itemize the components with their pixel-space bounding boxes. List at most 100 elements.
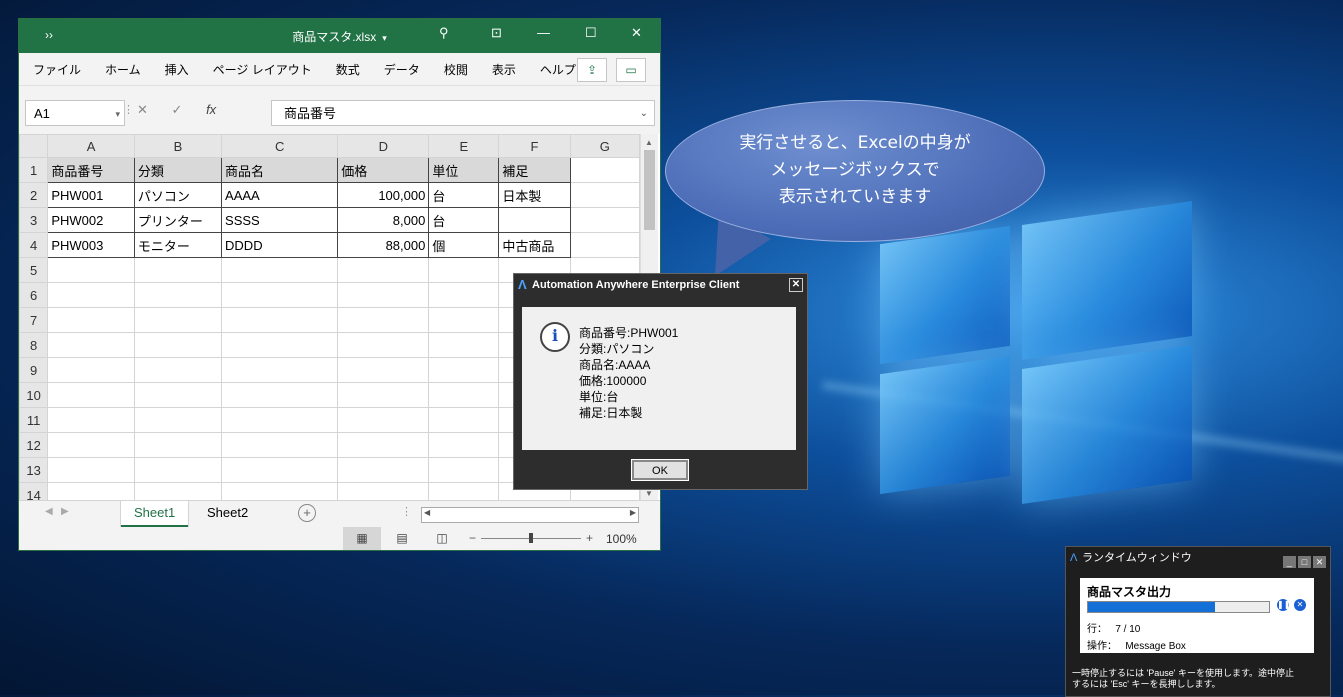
cell[interactable]: パソコン	[133, 182, 223, 208]
cancel-icon[interactable]: ✕	[137, 102, 148, 117]
fx-icon[interactable]: fx	[206, 102, 216, 117]
stop-icon[interactable]: ✕	[1294, 599, 1306, 611]
cell[interactable]: 中古商品	[498, 232, 571, 258]
row-header[interactable]: 2	[19, 182, 49, 208]
normal-view-icon[interactable]: ▦	[343, 527, 381, 550]
dialog-close-button[interactable]: ✕	[789, 278, 803, 292]
close-button[interactable]: ✕	[1313, 556, 1326, 568]
ok-button[interactable]: OK	[631, 459, 689, 481]
progress-bar	[1087, 601, 1270, 613]
row-header[interactable]: 5	[19, 257, 49, 283]
row-header[interactable]: 7	[19, 307, 49, 333]
column-header[interactable]: C	[221, 134, 339, 158]
cell[interactable]: 価格	[337, 157, 430, 183]
row-header[interactable]: 9	[19, 357, 49, 383]
zoom-thumb[interactable]	[529, 533, 533, 543]
formula-bar[interactable]: 商品番号 ⌄	[271, 100, 655, 126]
cell[interactable]: 商品番号	[47, 157, 135, 183]
cell[interactable]: PHW002	[47, 207, 135, 233]
cell[interactable]: 台	[428, 207, 500, 233]
page-break-view-icon[interactable]: ◫	[423, 527, 461, 550]
sheet-nav-icon[interactable]: ◀ ▶	[45, 506, 69, 517]
cell[interactable]	[569, 157, 640, 183]
cell[interactable]: 単位	[428, 157, 500, 183]
column-header[interactable]: G	[569, 134, 640, 158]
column-header[interactable]: A	[47, 134, 135, 158]
progress-fill	[1088, 602, 1215, 612]
column-headers: A B C D E F G	[19, 134, 640, 158]
row-header[interactable]: 14	[19, 482, 49, 500]
row-header[interactable]: 10	[19, 382, 49, 408]
cell[interactable]	[569, 182, 640, 208]
cell[interactable]	[498, 207, 571, 233]
close-button[interactable]: ✕	[631, 25, 642, 41]
row-header[interactable]: 11	[19, 407, 49, 433]
maximize-button[interactable]: ☐	[585, 25, 597, 41]
scroll-up-icon[interactable]: ▲	[645, 138, 653, 147]
row-header[interactable]: 8	[19, 332, 49, 358]
share-icon[interactable]: ⇪	[577, 58, 607, 82]
row-header[interactable]: 1	[19, 157, 49, 183]
minimize-button[interactable]: —	[537, 25, 550, 40]
tab-review[interactable]: 校閲	[430, 61, 478, 78]
cell[interactable]: 分類	[133, 157, 223, 183]
enter-icon[interactable]: ✓	[172, 102, 183, 117]
select-all[interactable]	[19, 134, 49, 158]
cell[interactable]: 8,000	[337, 207, 430, 233]
cell[interactable]: 100,000	[337, 182, 430, 208]
tab-sheet2[interactable]: Sheet2	[194, 501, 261, 525]
row-header[interactable]: 12	[19, 432, 49, 458]
tab-home[interactable]: ホーム	[91, 61, 151, 78]
column-header[interactable]: F	[498, 134, 571, 158]
zoom-out-icon[interactable]: −	[469, 531, 476, 545]
tab-data[interactable]: データ	[370, 61, 430, 78]
cell[interactable]: PHW003	[47, 232, 135, 258]
window-title[interactable]: 商品マスタ.xlsx ▾	[19, 28, 660, 45]
cell[interactable]: AAAA	[221, 182, 339, 208]
pause-icon[interactable]: ❚❚	[1277, 599, 1290, 611]
cell[interactable]: モニター	[133, 232, 223, 258]
note-line: 一時停止するには 'Pause' キーを使用します。途中停止	[1072, 668, 1295, 678]
cell[interactable]	[569, 207, 640, 233]
cell[interactable]: 個	[428, 232, 500, 258]
cell[interactable]: SSSS	[221, 207, 339, 233]
cell[interactable]: 台	[428, 182, 500, 208]
runtime-window: Λ ランタイムウィンドウ _ □ ✕ 商品マスタ出力 ❚❚ ✕ 行： 7 / 10 …	[1065, 546, 1331, 697]
column-header[interactable]: B	[133, 134, 223, 158]
tab-sheet1[interactable]: Sheet1	[121, 501, 189, 527]
row-header[interactable]: 4	[19, 232, 49, 258]
maximize-button[interactable]: □	[1298, 556, 1311, 568]
row-header[interactable]: 13	[19, 457, 49, 483]
search-icon[interactable]: ⚲	[439, 25, 449, 41]
comments-icon[interactable]: ▭	[616, 58, 646, 82]
column-header[interactable]: E	[428, 134, 500, 158]
cell[interactable]: 日本製	[498, 182, 571, 208]
scroll-thumb[interactable]	[644, 150, 655, 230]
cell[interactable]	[569, 232, 640, 258]
cell[interactable]: 88,000	[337, 232, 430, 258]
cell[interactable]: DDDD	[221, 232, 339, 258]
zoom-in-icon[interactable]: +	[586, 531, 593, 545]
page-layout-view-icon[interactable]: ▤	[383, 527, 421, 550]
tab-file[interactable]: ファイル	[19, 61, 91, 78]
row-header[interactable]: 6	[19, 282, 49, 308]
add-sheet-icon[interactable]: +	[298, 504, 316, 522]
row-header[interactable]: 3	[19, 207, 49, 233]
cell[interactable]: プリンター	[133, 207, 223, 233]
message-line: 単位:台	[579, 390, 619, 404]
tab-insert[interactable]: 挿入	[151, 61, 199, 78]
horizontal-scrollbar[interactable]: ◀ ▶	[421, 507, 639, 523]
ribbon-display-icon[interactable]: ⊡	[491, 25, 502, 41]
cell[interactable]: 商品名	[221, 157, 339, 183]
tab-view[interactable]: 表示	[478, 61, 526, 78]
name-box[interactable]: A1 ▾	[25, 100, 125, 126]
cell[interactable]: 補足	[498, 157, 571, 183]
tab-formulas[interactable]: 数式	[322, 61, 370, 78]
row-value: 7 / 10	[1115, 624, 1141, 635]
minimize-button[interactable]: _	[1283, 556, 1296, 568]
scroll-down-icon[interactable]: ▼	[645, 489, 653, 498]
column-header[interactable]: D	[337, 134, 430, 158]
cell[interactable]: PHW001	[47, 182, 135, 208]
zoom-level[interactable]: 100%	[606, 532, 637, 546]
tab-page-layout[interactable]: ページ レイアウト	[199, 61, 322, 78]
